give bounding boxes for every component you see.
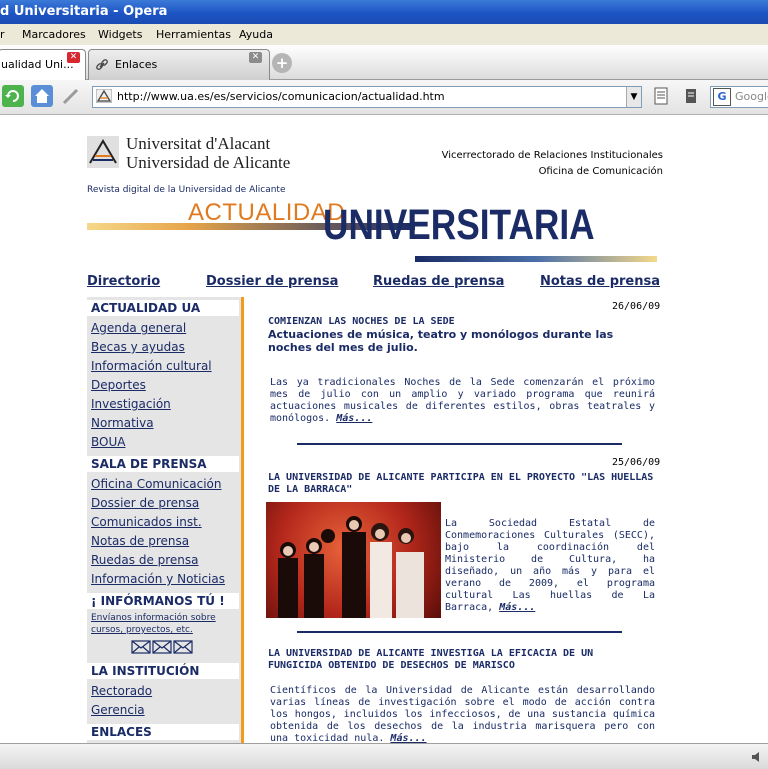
article-title[interactable]: LA UNIVERSIDAD DE ALICANTE INVESTIGA LA …: [268, 648, 653, 672]
address-url: http://www.ua.es/es/servicios/comunicaci…: [117, 90, 445, 103]
more-link[interactable]: Más...: [336, 413, 372, 424]
sidebar-heading-institucion: LA INSTITUCIÓN: [87, 663, 239, 679]
menu-item-widgets[interactable]: Widgets: [98, 24, 142, 45]
sidebar-item-oficina[interactable]: Oficina Comunicación: [91, 477, 222, 491]
sidebar-item-agenda[interactable]: Agenda general: [91, 321, 186, 335]
close-icon[interactable]: ✕: [67, 52, 80, 63]
article-body-text: La Sociedad Estatal de Conmemoraciones C…: [445, 518, 655, 613]
tab-enlaces[interactable]: Enlaces ✕: [88, 49, 270, 80]
toplink-dossier[interactable]: Dossier de prensa: [206, 274, 338, 289]
navigation-bar: http://www.ua.es/es/servicios/comunicaci…: [0, 80, 768, 115]
tab-label: ualidad Uni...: [1, 58, 74, 71]
web-page: Universitat d'Alacant Universidad de Ali…: [0, 115, 768, 743]
divider: [297, 631, 622, 633]
sidebar-heading-prensa: SALA DE PRENSA: [87, 456, 239, 472]
sidebar-item-gerencia[interactable]: Gerencia: [91, 703, 145, 717]
sidebar: ACTUALIDAD UA Agenda general Becas y ayu…: [87, 297, 244, 743]
article-body: Las ya tradicionales Noches de la Sede c…: [270, 377, 655, 425]
article-body: Científicos de la Universidad de Alicant…: [270, 685, 655, 743]
page-icon[interactable]: [650, 85, 672, 107]
more-link[interactable]: Más...: [499, 602, 535, 613]
article-title[interactable]: COMIENZAN LAS NOCHES DE LA SEDE: [268, 316, 668, 328]
sidebar-heading-informanos: ¡ INFÓRMANOS TÚ !: [87, 593, 239, 609]
sidebar-item-dossier[interactable]: Dossier de prensa: [91, 496, 199, 510]
sidebar-item-boua[interactable]: BOUA: [91, 435, 125, 449]
menu-item-tools[interactable]: Herramientas: [156, 24, 231, 45]
university-logo-icon[interactable]: [87, 136, 119, 168]
article-title[interactable]: LA UNIVERSIDAD DE ALICANTE PARTICIPA EN …: [268, 472, 660, 496]
home-icon[interactable]: [31, 85, 53, 107]
masthead-logo: ACTUALIDAD UNIVERSITARIA: [87, 199, 657, 265]
logo-text-universitaria: UNIVERSITARIA: [323, 201, 595, 249]
toplink-directorio[interactable]: Directorio: [87, 274, 160, 289]
tab-bar: ualidad Uni... ✕ Enlaces ✕ +: [0, 45, 768, 80]
google-icon: G: [713, 88, 731, 106]
article-date: 26/06/09: [612, 301, 661, 312]
sidebar-inform-line1[interactable]: Envíanos información sobre: [91, 613, 216, 623]
chevron-down-icon[interactable]: ▼: [626, 87, 641, 107]
article-date: 25/06/09: [612, 457, 661, 468]
revista-label: Revista digital de la Universidad de Ali…: [87, 185, 286, 195]
edit-icon[interactable]: [60, 85, 82, 107]
link-icon: [95, 50, 109, 80]
university-name-es: Universidad de Alicante: [126, 153, 291, 172]
search-placeholder: Google: [735, 90, 768, 103]
menu-item-view[interactable]: r: [0, 24, 5, 45]
sidebar-item-normativa[interactable]: Normativa: [91, 416, 154, 430]
reload-icon[interactable]: [2, 85, 24, 107]
vicerrectorado-label: Vicerrectorado de Relaciones Institucion…: [441, 150, 663, 161]
sidebar-inform-line2[interactable]: cursos, proyectos, etc.: [91, 625, 193, 635]
sidebar-item-rectorado[interactable]: Rectorado: [91, 684, 152, 698]
tab-label: Enlaces: [115, 58, 158, 71]
new-tab-button[interactable]: +: [272, 53, 292, 73]
article-body-text: Las ya tradicionales Noches de la Sede c…: [270, 377, 655, 424]
mail-icons[interactable]: [131, 639, 193, 654]
site-icon: [95, 88, 113, 104]
oficina-label: Oficina de Comunicación: [538, 166, 663, 177]
more-link[interactable]: Más...: [390, 733, 426, 743]
logo-text-actualidad: ACTUALIDAD: [188, 199, 346, 226]
sidebar-heading-actualidad: ACTUALIDAD UA: [87, 300, 239, 316]
sidebar-item-cultural[interactable]: Información cultural: [91, 359, 212, 373]
sidebar-item-notas[interactable]: Notas de prensa: [91, 534, 189, 548]
address-field[interactable]: http://www.ua.es/es/servicios/comunicaci…: [92, 86, 642, 108]
window-titlebar: d Universitaria - Opera: [0, 0, 768, 24]
notes-icon[interactable]: [680, 85, 702, 107]
university-name-va: Universitat d'Alacant: [126, 134, 271, 153]
toplink-notas[interactable]: Notas de prensa: [540, 274, 660, 289]
sidebar-item-becas[interactable]: Becas y ayudas: [91, 340, 185, 354]
toplink-ruedas[interactable]: Ruedas de prensa: [373, 274, 504, 289]
tab-actualidad[interactable]: ualidad Uni... ✕: [0, 49, 86, 80]
article-body-text: Científicos de la Universidad de Alicant…: [270, 685, 655, 743]
sidebar-item-investigacion[interactable]: Investigación: [91, 397, 171, 411]
sidebar-item-deportes[interactable]: Deportes: [91, 378, 146, 392]
menu-bar: r Marcadores Widgets Herramientas Ayuda: [0, 24, 768, 45]
sidebar-heading-enlaces: ENLACES: [87, 724, 239, 740]
search-field[interactable]: G Google: [710, 86, 768, 108]
divider: [297, 443, 622, 445]
status-bar: [0, 743, 768, 769]
sidebar-item-noticias[interactable]: Información y Noticias: [91, 572, 225, 586]
article-subtitle: Actuaciones de música, teatro y monólogo…: [268, 328, 614, 354]
window-title: d Universitaria - Opera: [0, 4, 168, 19]
article-photo[interactable]: [266, 502, 441, 618]
menu-item-bookmarks[interactable]: Marcadores: [22, 24, 86, 45]
sidebar-item-ruedas[interactable]: Ruedas de prensa: [91, 553, 199, 567]
sidebar-item-comunicados[interactable]: Comunicados inst.: [91, 515, 202, 529]
article-body: La Sociedad Estatal de Conmemoraciones C…: [445, 518, 655, 614]
menu-item-help[interactable]: Ayuda: [239, 24, 273, 45]
speaker-icon[interactable]: [750, 749, 764, 763]
close-icon[interactable]: ✕: [249, 52, 262, 63]
